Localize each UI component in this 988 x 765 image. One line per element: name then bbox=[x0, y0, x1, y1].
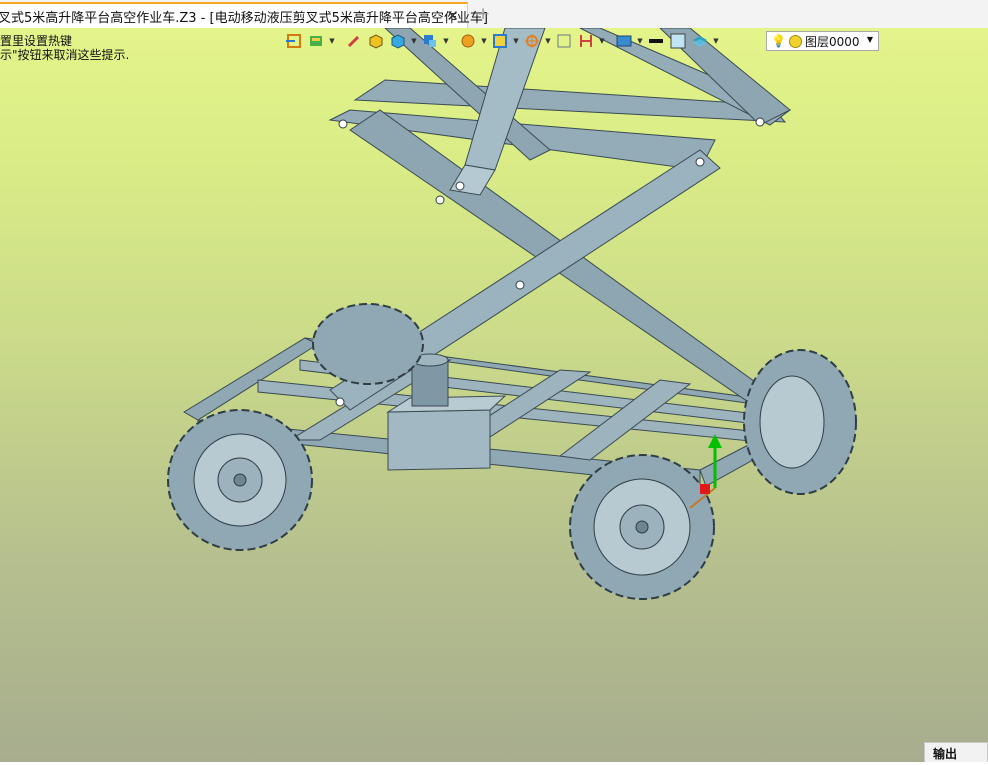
paint-icon[interactable] bbox=[306, 31, 326, 51]
pencil-icon[interactable] bbox=[344, 31, 364, 51]
wheel-front-right bbox=[569, 454, 715, 600]
view-dropdown-icon[interactable]: ▼ bbox=[512, 31, 520, 51]
hint-line-2: 示"按钮来取消这些提示. bbox=[0, 48, 130, 62]
box-icon[interactable] bbox=[366, 31, 386, 51]
layer-color-dot bbox=[788, 34, 802, 48]
tab-bar: 叉式5米高升降平台高空作业车.Z3 - [电动移动液压剪叉式5米高升降平台高空作… bbox=[0, 0, 988, 29]
close-icon[interactable]: ✕ bbox=[446, 7, 459, 25]
new-tab-button[interactable]: + bbox=[476, 4, 490, 24]
target-icon[interactable] bbox=[522, 31, 542, 51]
wheel-rear-right bbox=[743, 349, 857, 495]
layer-select[interactable]: 💡 图层0000 ▼ bbox=[766, 31, 879, 51]
3d-viewport[interactable] bbox=[0, 28, 988, 762]
import-icon[interactable] bbox=[284, 31, 304, 51]
target-dropdown-icon[interactable]: ▼ bbox=[544, 31, 552, 51]
wheel-rear-left bbox=[312, 303, 424, 385]
bulb-icon[interactable]: 💡 bbox=[771, 34, 786, 48]
chevron-down-icon[interactable]: ▼ bbox=[867, 35, 873, 44]
dimension-dropdown-icon[interactable]: ▼ bbox=[598, 31, 606, 51]
chassis-rail-left bbox=[183, 337, 320, 421]
hint-line-1: 置里设置热键 bbox=[0, 34, 73, 48]
render-icon[interactable] bbox=[458, 31, 478, 51]
wireframe-icon[interactable] bbox=[420, 31, 440, 51]
layers-dropdown-icon[interactable]: ▼ bbox=[712, 31, 720, 51]
motor bbox=[411, 359, 449, 407]
view-toolbar: ▼ ▼ ▼ ▼ ▼ ▼ ▼ ▼ ▼ bbox=[284, 30, 720, 52]
wireframe-dropdown-icon[interactable]: ▼ bbox=[442, 31, 450, 51]
fill-color-swatch[interactable] bbox=[668, 31, 688, 51]
paint-dropdown-icon[interactable]: ▼ bbox=[328, 31, 336, 51]
scissor-lift-model bbox=[167, 28, 857, 600]
wheel-front-left bbox=[167, 409, 313, 551]
display-dropdown-icon[interactable]: ▼ bbox=[636, 31, 644, 51]
hydraulic-tank bbox=[387, 409, 491, 471]
line-color-swatch[interactable] bbox=[646, 31, 666, 51]
display-icon[interactable] bbox=[614, 31, 634, 51]
document-tab-title: 叉式5米高升降平台高空作业车.Z3 - [电动移动液压剪叉式5米高升降平台高空作… bbox=[0, 10, 488, 26]
cube-icon[interactable] bbox=[388, 31, 408, 51]
dimension-icon[interactable] bbox=[576, 31, 596, 51]
layer-name: 图层0000 bbox=[804, 34, 860, 49]
output-panel-tab[interactable]: 输出 bbox=[924, 742, 988, 762]
layers-icon[interactable] bbox=[690, 31, 710, 51]
cube-dropdown-icon[interactable]: ▼ bbox=[410, 31, 418, 51]
hint-text: 置里设置热键 示"按钮来取消这些提示. bbox=[0, 34, 129, 62]
render-dropdown-icon[interactable]: ▼ bbox=[480, 31, 488, 51]
fit-icon[interactable] bbox=[554, 31, 574, 51]
document-tab[interactable]: 叉式5米高升降平台高空作业车.Z3 - [电动移动液压剪叉式5米高升降平台高空作… bbox=[0, 2, 488, 28]
view-square-icon[interactable] bbox=[490, 31, 510, 51]
